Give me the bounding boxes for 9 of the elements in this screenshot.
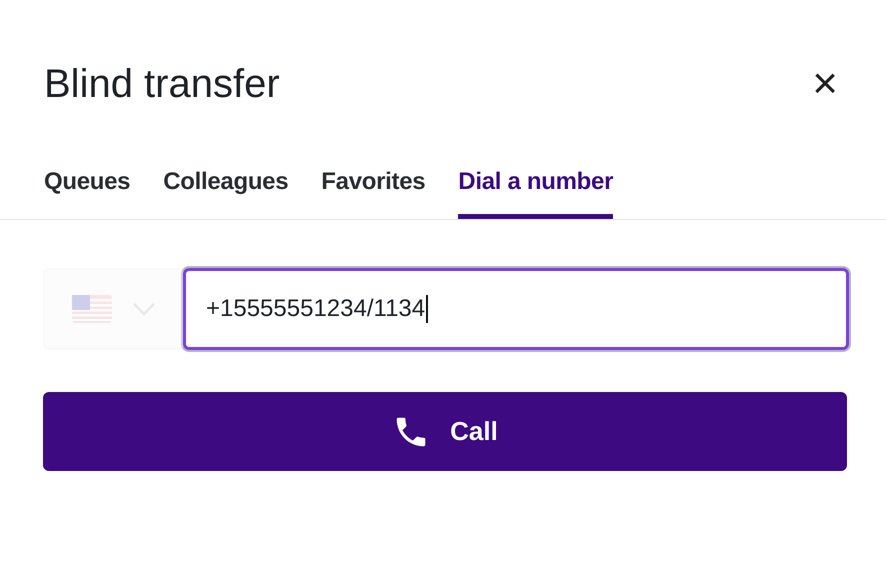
dialog-title: Blind transfer xyxy=(44,62,280,106)
tab[interactable]: Queues xyxy=(44,168,130,219)
phone-field[interactable]: +15555551234/1134 xyxy=(183,268,849,350)
close-button[interactable]: × xyxy=(804,62,846,106)
call-button[interactable]: Call xyxy=(43,392,847,471)
tab[interactable]: Colleagues xyxy=(163,168,288,219)
tab[interactable]: Favorites xyxy=(321,168,426,219)
tab[interactable]: Dial a number xyxy=(458,168,614,219)
flag-icon xyxy=(72,295,112,323)
